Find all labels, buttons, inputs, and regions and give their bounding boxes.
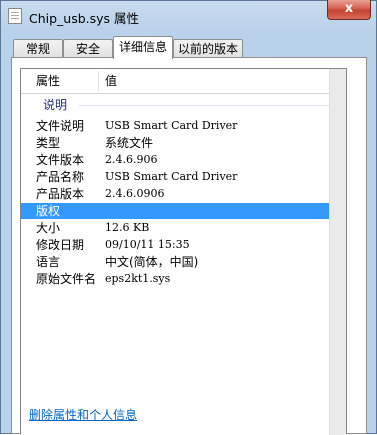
close-button[interactable]: x — [327, 0, 371, 20]
tab-general[interactable]: 常规 — [13, 39, 63, 58]
property-value: 12.6 KB — [105, 221, 150, 234]
title-bar[interactable]: Chip_usb.sys 属性 x — [1, 0, 376, 31]
property-name: 产品名称 — [36, 170, 85, 184]
group-label: 说明 — [43, 98, 68, 112]
property-name: 版权 — [36, 204, 61, 218]
remove-properties-link[interactable]: 删除属性和个人信息 — [29, 406, 137, 423]
property-value: 2.4.6.0906 — [105, 187, 165, 200]
property-name: 文件版本 — [36, 153, 85, 167]
tab-previous-versions[interactable]: 以前的版本 — [173, 39, 243, 58]
property-name: 类型 — [36, 136, 61, 150]
property-name: 产品版本 — [36, 187, 85, 201]
list-row[interactable]: 产品名称 USB Smart Card Driver — [21, 169, 346, 185]
property-value: 2.4.6.906 — [105, 153, 158, 166]
group-header-description: 说明 — [21, 97, 346, 113]
details-list[interactable]: 属性 值 说明 文件说明 USB Smart Card Driver 类型 系统… — [20, 68, 347, 435]
property-name: 语言 — [36, 255, 61, 269]
property-value: USB Smart Card Driver — [105, 119, 238, 132]
property-value: 中文(简体，中国) — [105, 255, 199, 269]
close-icon: x — [344, 1, 354, 16]
property-name: 大小 — [36, 221, 61, 235]
file-icon — [8, 8, 22, 24]
vertical-scrollbar[interactable] — [329, 69, 346, 435]
tab-security[interactable]: 安全 — [63, 39, 113, 58]
list-row-selected[interactable]: 版权 — [21, 203, 329, 219]
list-row[interactable]: 类型 系统文件 — [21, 135, 346, 151]
list-row[interactable]: 大小 12.6 KB — [21, 220, 346, 236]
list-row[interactable]: 文件版本 2.4.6.906 — [21, 152, 346, 168]
window-title: Chip_usb.sys 属性 — [29, 11, 140, 26]
list-row[interactable]: 修改日期 09/10/11 15:35 — [21, 237, 346, 253]
property-value: 09/10/11 15:35 — [105, 238, 190, 251]
property-value: 系统文件 — [105, 136, 154, 150]
property-name: 文件说明 — [36, 119, 85, 133]
group-divider — [79, 105, 339, 106]
list-row[interactable]: 原始文件名 eps2kt1.sys — [21, 271, 346, 287]
tab-details[interactable]: 详细信息 — [113, 36, 173, 59]
property-value: USB Smart Card Driver — [105, 170, 238, 183]
property-value: eps2kt1.sys — [105, 272, 171, 285]
column-divider[interactable] — [98, 71, 99, 91]
list-row[interactable]: 产品版本 2.4.6.0906 — [21, 186, 346, 202]
list-row[interactable]: 语言 中文(简体，中国) — [21, 254, 346, 270]
property-name: 修改日期 — [36, 238, 85, 252]
list-row[interactable]: 文件说明 USB Smart Card Driver — [21, 118, 346, 134]
column-header-value[interactable]: 值 — [105, 69, 117, 93]
list-header: 属性 值 — [21, 69, 346, 94]
column-header-property[interactable]: 属性 — [36, 69, 60, 93]
property-name: 原始文件名 — [36, 272, 97, 286]
